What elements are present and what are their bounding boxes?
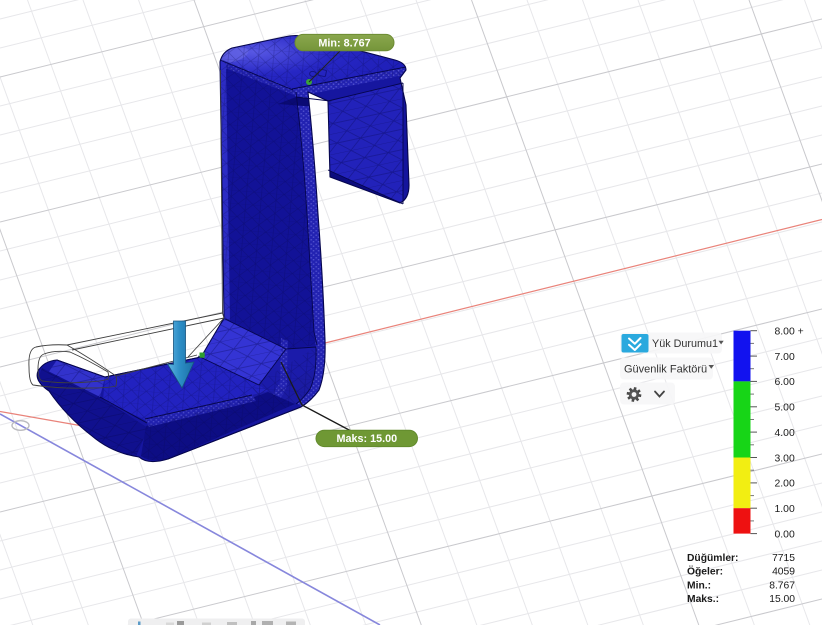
svg-text:Yük Durumu1: Yük Durumu1 <box>652 338 718 350</box>
svg-text:7715: 7715 <box>772 553 795 564</box>
svg-text:Düğümler:: Düğümler: <box>687 553 739 564</box>
svg-text:3.00: 3.00 <box>775 453 795 464</box>
svg-text:Maks: 15.00: Maks: 15.00 <box>336 433 397 445</box>
svg-text:Maks.:: Maks.: <box>687 594 719 605</box>
svg-text:Min.:: Min.: <box>687 580 711 591</box>
svg-text:15.00: 15.00 <box>769 594 795 605</box>
svg-text:8.767: 8.767 <box>769 580 795 591</box>
svg-text:7.00: 7.00 <box>775 352 795 363</box>
svg-text:1.00: 1.00 <box>775 504 795 515</box>
svg-text:5.00: 5.00 <box>775 403 795 414</box>
svg-text:0.00: 0.00 <box>775 529 795 540</box>
svg-text:Güvenlik Faktörü: Güvenlik Faktörü <box>624 364 707 376</box>
svg-text:6.00: 6.00 <box>775 377 795 388</box>
svg-text:4059: 4059 <box>772 567 795 578</box>
svg-text:2.00: 2.00 <box>775 479 795 490</box>
svg-text:4.00: 4.00 <box>775 428 795 439</box>
svg-text:Öğeler:: Öğeler: <box>687 565 723 578</box>
svg-text:8.00 +: 8.00 + <box>775 327 804 338</box>
svg-text:Min: 8.767: Min: 8.767 <box>318 37 370 49</box>
